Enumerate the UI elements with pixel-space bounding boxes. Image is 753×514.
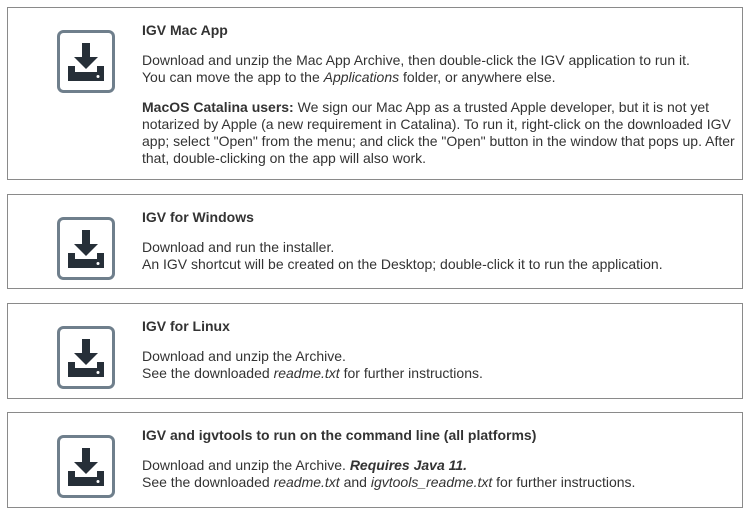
applications-folder-text: Applications bbox=[323, 69, 400, 85]
download-card-command-line: IGV and igvtools to run on the command l… bbox=[7, 412, 743, 508]
download-tray-icon[interactable] bbox=[57, 435, 115, 498]
java-requirement: Requires Java 11. bbox=[349, 457, 468, 473]
text-span: folder, or anywhere else. bbox=[399, 69, 556, 85]
cli-instructions-line2: See the downloaded readme.txt and igvtoo… bbox=[142, 474, 740, 491]
download-card-mac: IGV Mac App Download and unzip the Mac A… bbox=[7, 7, 743, 180]
download-tray-icon[interactable] bbox=[57, 217, 115, 280]
download-tray-icon[interactable] bbox=[57, 30, 115, 93]
windows-instructions-line2: An IGV shortcut will be created on the D… bbox=[142, 256, 663, 272]
readme-filename: readme.txt bbox=[273, 474, 340, 490]
card-title: IGV for Windows bbox=[142, 209, 254, 225]
mac-instructions-line1: Download and unzip the Mac App Archive, … bbox=[142, 52, 690, 68]
text-span: for further instructions. bbox=[339, 365, 483, 381]
cli-content: IGV and igvtools to run on the command l… bbox=[142, 427, 740, 491]
readme-filename: readme.txt bbox=[273, 365, 340, 381]
text-span: and bbox=[339, 474, 371, 490]
text-span: You can move the app to the bbox=[142, 69, 324, 85]
linux-instructions-line1: Download and unzip the Archive. bbox=[142, 348, 346, 364]
windows-content: IGV for Windows Download and run the ins… bbox=[142, 209, 740, 273]
text-span: See the downloaded bbox=[142, 365, 274, 381]
linux-content: IGV for Linux Download and unzip the Arc… bbox=[142, 318, 740, 382]
text-span: See the downloaded bbox=[142, 474, 274, 490]
windows-instructions-line1: Download and run the installer. bbox=[142, 239, 335, 255]
catalina-label: MacOS Catalina users: bbox=[142, 99, 294, 115]
cli-instructions-line1: Download and unzip the Archive. Requires… bbox=[142, 457, 740, 474]
card-title: IGV for Linux bbox=[142, 318, 230, 334]
igvtools-readme-filename: igvtools_readme.txt bbox=[370, 474, 493, 490]
mac-content: IGV Mac App Download and unzip the Mac A… bbox=[142, 22, 740, 167]
text-span: Download and unzip the Archive. bbox=[142, 457, 350, 473]
card-title: IGV and igvtools to run on the command l… bbox=[142, 427, 537, 443]
linux-instructions-line2: See the downloaded readme.txt for furthe… bbox=[142, 365, 740, 382]
card-title: IGV Mac App bbox=[142, 22, 228, 38]
download-tray-icon[interactable] bbox=[57, 326, 115, 389]
text-span: for further instructions. bbox=[492, 474, 636, 490]
download-card-linux: IGV for Linux Download and unzip the Arc… bbox=[7, 303, 743, 399]
catalina-note: MacOS Catalina users: We sign our Mac Ap… bbox=[142, 99, 740, 167]
download-card-windows: IGV for Windows Download and run the ins… bbox=[7, 194, 743, 289]
mac-instructions-line2: You can move the app to the Applications… bbox=[142, 69, 740, 86]
